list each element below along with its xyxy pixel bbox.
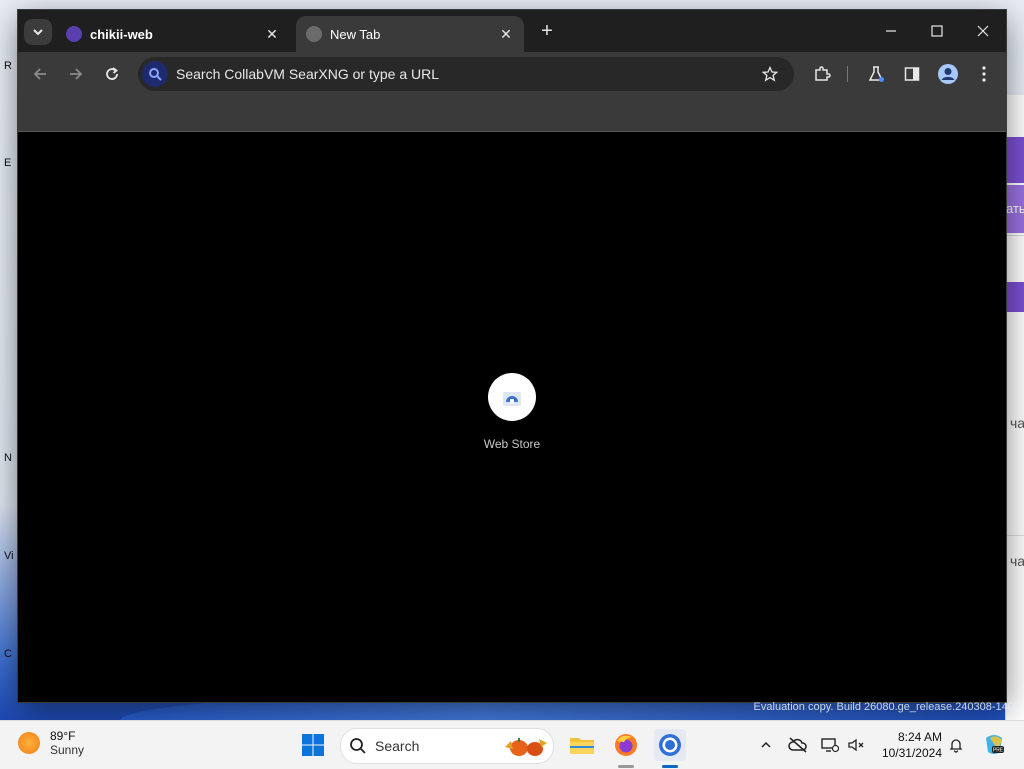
weather-temp: 89°F bbox=[50, 729, 76, 743]
address-bar[interactable]: Search CollabVM SearXNG or type a URL bbox=[138, 57, 794, 91]
onedrive-button[interactable] bbox=[788, 735, 808, 755]
browser-window: chikii-web ✕ New Tab ✕ + Search CollabVM… bbox=[18, 10, 1006, 702]
minimize-button[interactable] bbox=[868, 19, 914, 43]
svg-text:PRE: PRE bbox=[993, 748, 1004, 754]
bell-icon bbox=[949, 739, 963, 753]
toolbar-divider bbox=[847, 66, 848, 82]
desktop-icon-label[interactable]: N bbox=[4, 452, 12, 464]
bg-app-text: ча bbox=[1010, 553, 1024, 569]
globe-favicon-icon bbox=[306, 26, 322, 42]
flask-icon bbox=[868, 66, 884, 82]
chrome-icon bbox=[659, 734, 681, 756]
new-tab-button[interactable]: + bbox=[536, 21, 558, 43]
tab-close-icon[interactable]: ✕ bbox=[262, 24, 282, 44]
forward-button[interactable] bbox=[64, 62, 88, 86]
desktop-icon-label[interactable]: C bbox=[4, 648, 12, 660]
clock-time: 8:24 AM bbox=[897, 730, 942, 744]
desktop-icon-label[interactable]: Vi bbox=[4, 550, 14, 562]
kebab-menu-icon bbox=[982, 66, 986, 82]
taskbar: 89°F Sunny Search 8:24 AM 10/31/2024 PRE bbox=[0, 720, 1024, 769]
sun-icon bbox=[18, 732, 40, 754]
network-disconnected-icon bbox=[821, 738, 839, 753]
chevron-up-icon bbox=[761, 741, 771, 748]
bg-app-purple-bar bbox=[1006, 137, 1024, 183]
address-bar-placeholder: Search CollabVM SearXNG or type a URL bbox=[176, 66, 439, 82]
maximize-button[interactable] bbox=[914, 19, 960, 43]
bookmark-star-icon[interactable] bbox=[758, 62, 782, 86]
chevron-down-icon bbox=[33, 29, 43, 36]
desktop-icon-label[interactable]: R bbox=[4, 60, 12, 72]
arrow-left-icon bbox=[33, 68, 46, 80]
search-engine-icon bbox=[142, 61, 168, 87]
close-window-button[interactable] bbox=[960, 19, 1006, 43]
bg-app-text: ча bbox=[1010, 415, 1024, 431]
taskbar-search[interactable]: Search bbox=[340, 728, 554, 764]
new-tab-page: Web Store bbox=[18, 132, 1006, 702]
clock-date: 10/31/2024 bbox=[881, 746, 942, 760]
shortcut-label: Web Store bbox=[483, 437, 541, 451]
shortcut-web-store[interactable]: Web Store bbox=[472, 373, 552, 451]
tab-close-icon[interactable]: ✕ bbox=[496, 24, 516, 44]
speaker-muted-icon bbox=[848, 738, 864, 752]
desktop-icon-label[interactable]: E bbox=[4, 157, 11, 169]
chikii-favicon-icon bbox=[66, 26, 82, 42]
tab-title: chikii-web bbox=[90, 26, 153, 42]
minimize-icon bbox=[886, 30, 896, 32]
back-button[interactable] bbox=[28, 62, 52, 86]
reload-button[interactable] bbox=[100, 62, 124, 86]
tab-new-tab[interactable]: New Tab ✕ bbox=[296, 16, 524, 52]
weather-condition: Sunny bbox=[50, 743, 85, 757]
firefox-button[interactable] bbox=[610, 729, 642, 761]
profile-button[interactable] bbox=[936, 62, 960, 86]
background-app-window[interactable]: ать ча ча bbox=[1005, 95, 1024, 720]
firefox-icon bbox=[615, 734, 637, 756]
side-panel-button[interactable] bbox=[900, 62, 924, 86]
start-button[interactable] bbox=[297, 729, 329, 761]
puzzle-icon bbox=[815, 66, 831, 81]
avatar-icon bbox=[938, 64, 958, 84]
tab-title: New Tab bbox=[330, 26, 381, 42]
file-explorer-button[interactable] bbox=[566, 729, 598, 761]
windows-logo-icon bbox=[302, 734, 324, 756]
show-hidden-icons-button[interactable] bbox=[756, 735, 776, 755]
bookmarks-bar bbox=[18, 96, 1006, 132]
tab-chikii-web[interactable]: chikii-web ✕ bbox=[56, 16, 290, 52]
reload-icon bbox=[106, 67, 118, 80]
search-icon bbox=[350, 738, 366, 754]
copilot-button[interactable]: PRE bbox=[982, 732, 1006, 756]
close-icon bbox=[977, 25, 989, 37]
tab-strip: chikii-web ✕ New Tab ✕ + bbox=[18, 10, 1006, 52]
bg-app-purple-bar bbox=[1006, 282, 1024, 312]
evaluation-watermark: Evaluation copy. Build 26080.ge_release.… bbox=[753, 701, 1020, 713]
browser-toolbar: Search CollabVM SearXNG or type a URL bbox=[18, 52, 1006, 96]
notifications-button[interactable] bbox=[946, 735, 966, 755]
network-button[interactable] bbox=[820, 735, 840, 755]
arrow-right-icon bbox=[70, 68, 83, 80]
extensions-button[interactable] bbox=[810, 62, 834, 86]
bg-app-purple-banner: ать bbox=[1006, 185, 1024, 233]
copilot-icon: PRE bbox=[986, 735, 1004, 754]
divider bbox=[1006, 535, 1024, 536]
web-store-icon bbox=[488, 373, 536, 421]
divider bbox=[1006, 235, 1024, 236]
menu-button[interactable] bbox=[972, 62, 996, 86]
side-panel-icon bbox=[904, 67, 920, 81]
labs-button[interactable] bbox=[864, 62, 888, 86]
tab-search-button[interactable] bbox=[24, 19, 52, 45]
taskbar-search-label: Search bbox=[375, 738, 420, 754]
volume-button[interactable] bbox=[846, 735, 866, 755]
folder-icon bbox=[570, 738, 594, 754]
weather-widget[interactable]: 89°F Sunny bbox=[18, 729, 84, 757]
maximize-icon bbox=[931, 25, 943, 37]
cloud-offline-icon bbox=[788, 737, 807, 753]
chrome-button[interactable] bbox=[654, 729, 686, 761]
clock[interactable]: 8:24 AM 10/31/2024 bbox=[874, 729, 942, 761]
halloween-pumpkin-icon bbox=[503, 735, 549, 757]
bg-app-banner-text: ать bbox=[1006, 201, 1024, 216]
